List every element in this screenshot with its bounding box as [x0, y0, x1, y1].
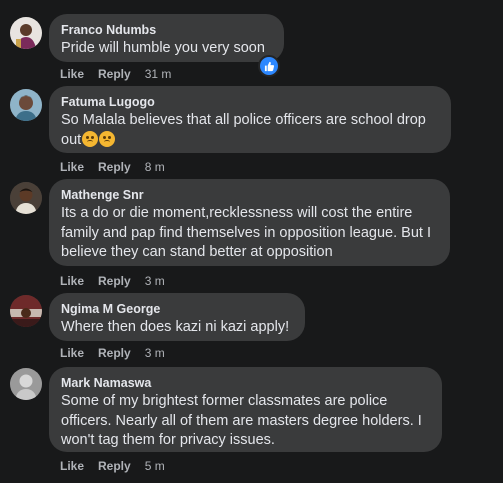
- timestamp[interactable]: 3 m: [145, 346, 165, 360]
- like-button[interactable]: Like: [60, 160, 84, 174]
- timestamp[interactable]: 8 m: [145, 160, 165, 174]
- reply-button[interactable]: Reply: [98, 459, 131, 473]
- comment-text: Pride will humble you very soon: [61, 40, 265, 56]
- comment-bubble: Ngima M George Where then does kazi ni k…: [49, 293, 305, 341]
- avatar[interactable]: [10, 89, 42, 121]
- comment-text-body: So Malala believes that all police offic…: [61, 112, 426, 148]
- like-button[interactable]: Like: [60, 346, 84, 360]
- timestamp[interactable]: 3 m: [145, 274, 165, 288]
- comment-author[interactable]: Ngima M George: [61, 301, 293, 317]
- comments-panel: Franco Ndumbs Pride will humble you very…: [0, 0, 503, 483]
- avatar[interactable]: [10, 182, 42, 214]
- comment-actions: Like Reply 8 m: [60, 160, 165, 174]
- like-button[interactable]: Like: [60, 67, 84, 81]
- avatar[interactable]: [10, 295, 42, 327]
- comment-text: Some of my brightest former classmates a…: [61, 393, 422, 448]
- reply-button[interactable]: Reply: [98, 274, 131, 288]
- comment-bubble: Fatuma Lugogo So Malala believes that al…: [49, 86, 451, 153]
- comment-text: So Malala believes that all police offic…: [61, 111, 439, 150]
- reply-button[interactable]: Reply: [98, 67, 131, 81]
- comment-bubble: Mark Namaswa Some of my brightest former…: [49, 367, 442, 452]
- comment-actions: Like Reply 31 m: [60, 67, 171, 81]
- comment-bubble: Mathenge Snr Its a do or die moment,reck…: [49, 179, 450, 266]
- comment-author[interactable]: Franco Ndumbs: [61, 22, 272, 38]
- comment-author[interactable]: Mathenge Snr: [61, 187, 438, 203]
- like-button[interactable]: Like: [60, 459, 84, 473]
- comment-text: Its a do or die moment,recklessness will…: [61, 205, 431, 260]
- like-icon[interactable]: [258, 55, 280, 77]
- timestamp[interactable]: 31 m: [145, 67, 172, 81]
- worried-face-emoji: [99, 130, 116, 147]
- comment-bubble: Franco Ndumbs Pride will humble you very…: [49, 14, 284, 62]
- like-button[interactable]: Like: [60, 274, 84, 288]
- comment-author[interactable]: Mark Namaswa: [61, 375, 430, 391]
- reply-button[interactable]: Reply: [98, 346, 131, 360]
- avatar[interactable]: [10, 17, 42, 49]
- comment-author[interactable]: Fatuma Lugogo: [61, 94, 439, 110]
- comment-actions: Like Reply 3 m: [60, 346, 165, 360]
- reply-button[interactable]: Reply: [98, 160, 131, 174]
- timestamp[interactable]: 5 m: [145, 459, 165, 473]
- comment-actions: Like Reply 3 m: [60, 274, 165, 288]
- avatar[interactable]: [10, 368, 42, 400]
- worried-face-emoji: [82, 130, 99, 147]
- comment-actions: Like Reply 5 m: [60, 459, 165, 473]
- comment-text: Where then does kazi ni kazi apply!: [61, 319, 290, 335]
